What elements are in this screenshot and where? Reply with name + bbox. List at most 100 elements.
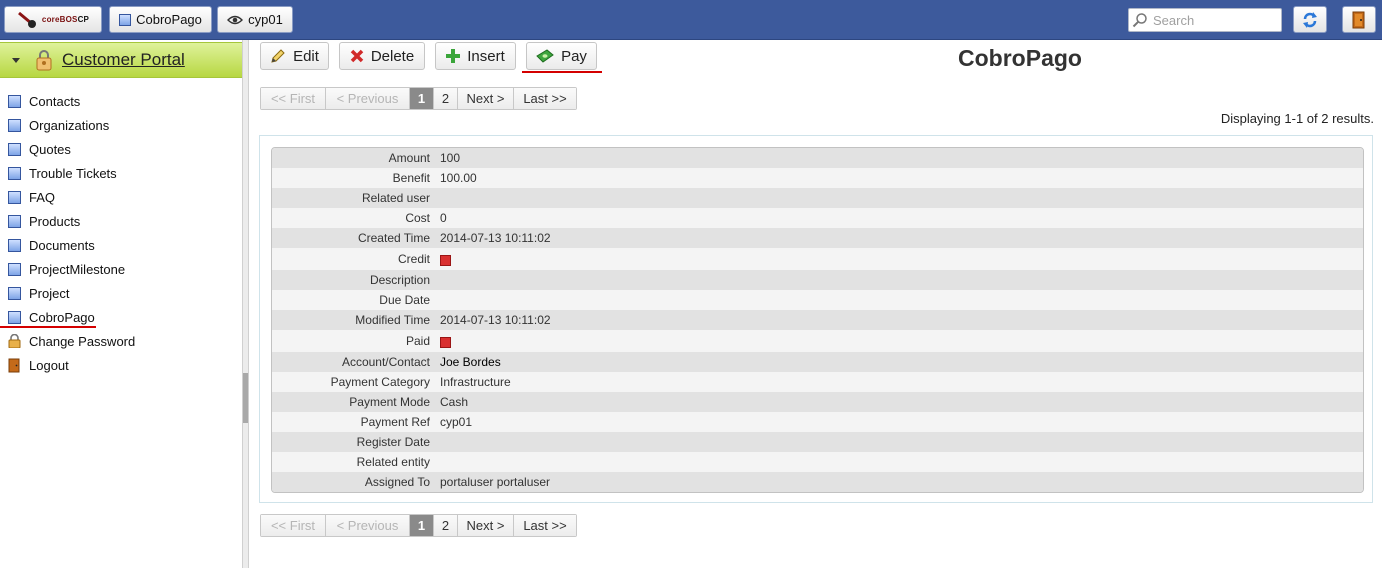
search-input[interactable] [1151, 11, 1281, 29]
detail-row: Related user [272, 188, 1363, 208]
module-icon [8, 118, 21, 132]
portal-title[interactable]: Customer Portal [62, 50, 185, 70]
module-icon [8, 166, 21, 180]
pager-page-1[interactable]: 1 [410, 88, 434, 109]
module-menu: Contacts Organizations Quotes Trouble Ti… [0, 89, 242, 377]
field-label: Related user [361, 191, 430, 205]
field-label: Assigned To [364, 475, 430, 489]
sidebar-splitter[interactable] [242, 40, 249, 568]
pager-previous[interactable]: < Previous [326, 88, 410, 109]
field-label: Related entity [356, 455, 430, 469]
field-value: portaluser portaluser [440, 475, 551, 489]
pay-button[interactable]: Pay [526, 42, 597, 70]
field-label: Payment Category [330, 375, 430, 389]
module-icon [8, 286, 21, 300]
field-label: Modified Time [355, 313, 430, 327]
pager-next[interactable]: Next > [458, 515, 514, 536]
sidebar-item-products[interactable]: Products [0, 209, 242, 233]
pagination-bottom: << First < Previous 1 2 Next > Last >> [260, 514, 577, 537]
field-label: Payment Ref [360, 415, 430, 429]
sidebar-item-label: Logout [29, 357, 69, 373]
pager-first[interactable]: << First [261, 88, 326, 109]
delete-x-icon [350, 49, 364, 63]
sidebar-item-organizations[interactable]: Organizations [0, 113, 242, 137]
plus-icon [446, 49, 461, 63]
field-value: cyp01 [440, 415, 473, 429]
refresh-icon [1303, 11, 1317, 28]
detail-row: Due Date [272, 290, 1363, 310]
module-icon [8, 310, 21, 324]
sidebar-item-cobropago[interactable]: CobroPago [0, 305, 242, 329]
detail-row: Benefit 100.00 [272, 168, 1363, 188]
field-value: Cash [440, 395, 469, 409]
sidebar-item-project[interactable]: Project [0, 281, 242, 305]
sidebar: Customer Portal Contacts Organizations Q… [0, 40, 242, 568]
field-value: Infrastructure [440, 375, 511, 389]
module-icon [8, 214, 21, 228]
pager-page-2[interactable]: 2 [434, 515, 458, 536]
detail-row: Assigned To portaluser portaluser [272, 472, 1363, 492]
detail-row: Description [272, 270, 1363, 290]
logo-text: coreBOSCP [41, 15, 90, 24]
detail-row: Payment Mode Cash [272, 392, 1363, 412]
sidebar-item-quotes[interactable]: Quotes [0, 137, 242, 161]
logo-button[interactable]: coreBOSCP [4, 6, 102, 33]
field-label: Amount [388, 151, 430, 165]
module-icon [8, 94, 21, 108]
field-label: Created Time [357, 231, 430, 245]
field-label: Paid [405, 334, 430, 348]
module-icon [8, 238, 21, 252]
field-label: Credit [397, 252, 430, 266]
search-box[interactable] [1128, 8, 1282, 32]
field-label: Cost [405, 211, 430, 225]
sidebar-item-label: Trouble Tickets [29, 165, 117, 181]
sidebar-item-label: Documents [29, 237, 95, 253]
sidebar-item-change-password[interactable]: Change Password [0, 329, 242, 353]
pager-first[interactable]: << First [261, 515, 326, 536]
insert-button[interactable]: Insert [435, 42, 516, 70]
pager-previous[interactable]: < Previous [326, 515, 410, 536]
page-title: CobroPago [958, 45, 1082, 71]
delete-button[interactable]: Delete [339, 42, 425, 70]
edit-button[interactable]: Edit [260, 42, 329, 70]
field-label: Description [369, 273, 430, 287]
pager-page-2[interactable]: 2 [434, 88, 458, 109]
collapse-arrow-icon[interactable] [12, 57, 20, 63]
tab-label: CobroPago [136, 12, 202, 27]
pencil-icon [271, 49, 285, 63]
detail-row: Related entity [272, 452, 1363, 472]
pager-page-1[interactable]: 1 [410, 515, 434, 536]
tab-cyp01[interactable]: cyp01 [217, 6, 293, 33]
detail-row: Credit [272, 248, 1363, 270]
logout-button[interactable] [1342, 6, 1376, 33]
sidebar-item-projectmilestone[interactable]: ProjectMilestone [0, 257, 242, 281]
field-label: Payment Mode [349, 395, 430, 409]
padlock-icon [8, 334, 21, 348]
refresh-button[interactable] [1293, 6, 1327, 33]
sidebar-item-documents[interactable]: Documents [0, 233, 242, 257]
field-value: 0 [440, 211, 447, 225]
sidebar-item-label: Contacts [29, 93, 81, 109]
main-content: Edit Delete Insert Pay CobroPago << Firs… [250, 40, 1382, 568]
sidebar-item-trouble-tickets[interactable]: Trouble Tickets [0, 161, 242, 185]
eye-icon [227, 15, 244, 24]
portal-header[interactable]: Customer Portal [0, 42, 242, 78]
sidebar-item-logout[interactable]: Logout [0, 353, 242, 377]
pager-next[interactable]: Next > [458, 88, 514, 109]
field-value: 100.00 [440, 171, 477, 185]
detail-row: Created Time 2014-07-13 10:11:02 [272, 228, 1363, 248]
account-contact-link[interactable]: Joe Bordes [440, 355, 501, 369]
sidebar-item-contacts[interactable]: Contacts [0, 89, 242, 113]
sidebar-item-label: Quotes [29, 141, 71, 157]
pager-last[interactable]: Last >> [514, 88, 576, 109]
sidebar-item-label: Organizations [29, 117, 110, 133]
module-icon [119, 13, 132, 26]
pay-label: Pay [561, 47, 587, 65]
sidebar-item-faq[interactable]: FAQ [0, 185, 242, 209]
splitter-handle[interactable] [243, 373, 248, 423]
detail-row: Cost 0 [272, 208, 1363, 228]
pager-last[interactable]: Last >> [514, 515, 576, 536]
logo-icon [17, 11, 36, 28]
sidebar-item-label: Products [29, 213, 81, 229]
tab-cobropago[interactable]: CobroPago [109, 6, 212, 33]
